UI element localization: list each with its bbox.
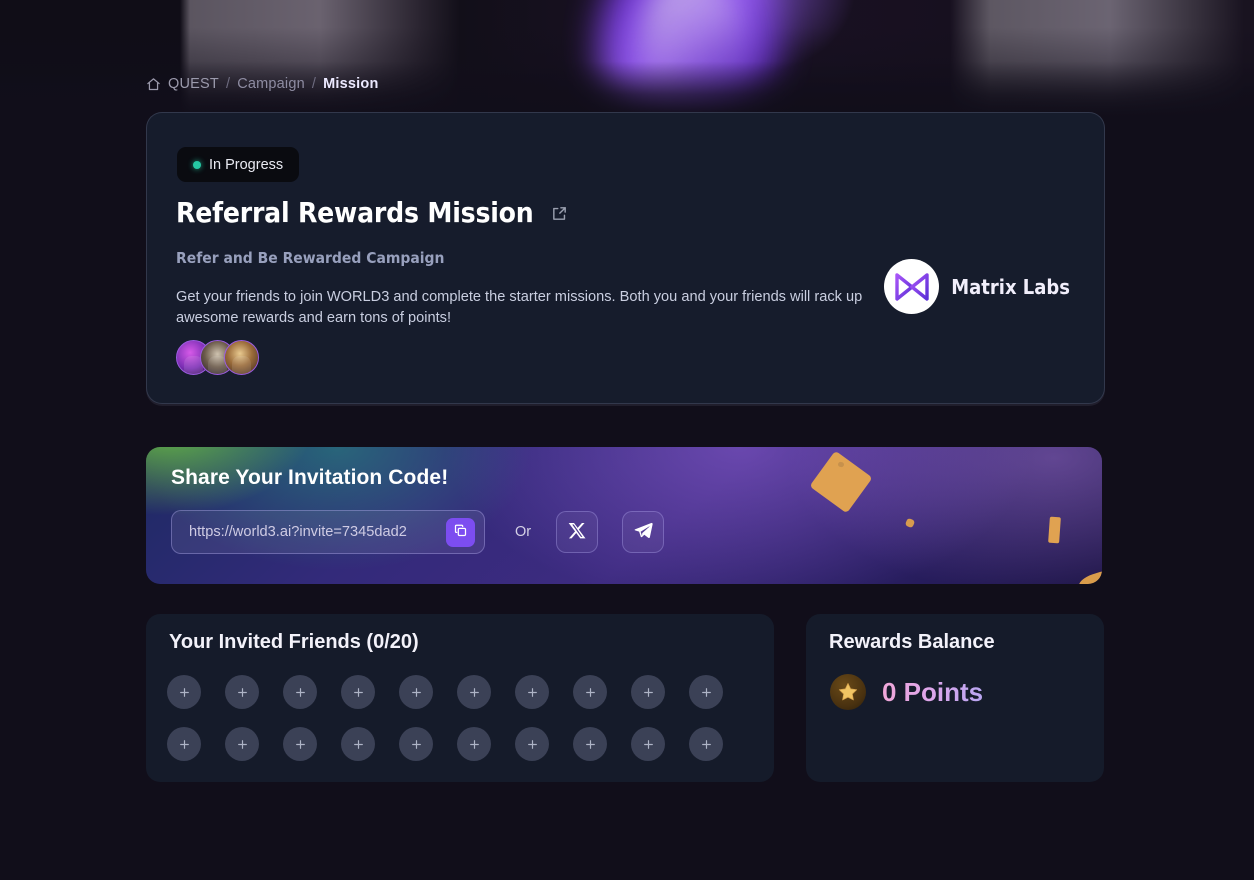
rewards-balance-card: Rewards Balance 0 Points xyxy=(806,614,1104,782)
avatar xyxy=(224,340,259,375)
plus-icon xyxy=(411,687,421,697)
friend-slot[interactable] xyxy=(399,675,433,709)
participant-avatars xyxy=(176,340,259,375)
breadcrumb: QUEST / Campaign / Mission xyxy=(146,76,379,92)
plus-icon xyxy=(237,739,247,749)
invited-friends-title: Your Invited Friends (0/20) xyxy=(169,631,419,653)
plus-icon xyxy=(469,687,479,697)
friend-slot[interactable] xyxy=(225,675,259,709)
telegram-icon xyxy=(633,520,654,544)
plus-icon xyxy=(643,739,653,749)
confetti-piece xyxy=(904,517,916,529)
friend-slot[interactable] xyxy=(689,727,723,761)
invitation-controls: https://world3.ai?invite=7345dad2 Or xyxy=(171,510,665,554)
friend-slot[interactable] xyxy=(457,727,491,761)
share-telegram-button[interactable] xyxy=(622,511,665,553)
friend-slot[interactable] xyxy=(515,675,549,709)
invited-friends-card: Your Invited Friends (0/20) xyxy=(146,614,774,782)
plus-icon xyxy=(237,687,247,697)
breadcrumb-separator: / xyxy=(225,76,231,92)
copy-icon xyxy=(453,523,468,541)
share-twitter-button[interactable] xyxy=(556,511,599,553)
friend-slot[interactable] xyxy=(631,727,665,761)
mission-description: Get your friends to join WORLD3 and comp… xyxy=(176,289,863,326)
confetti-piece xyxy=(1076,567,1102,584)
plus-icon xyxy=(411,739,421,749)
friend-slot[interactable] xyxy=(167,675,201,709)
plus-icon xyxy=(701,739,711,749)
mission-subtitle: Refer and Be Rewarded Campaign xyxy=(176,249,445,267)
external-link-icon[interactable] xyxy=(551,205,568,222)
breadcrumb-item-mission: Mission xyxy=(323,76,379,92)
rewards-points-value: 0 Points xyxy=(882,676,984,707)
hero-fade-overlay xyxy=(0,0,1254,118)
friend-slot[interactable] xyxy=(689,675,723,709)
or-label: Or xyxy=(515,524,532,540)
organization-name: Matrix Labs xyxy=(951,274,1070,299)
plus-icon xyxy=(295,739,305,749)
mission-title-row: Referral Rewards Mission xyxy=(176,199,568,227)
friend-slot[interactable] xyxy=(399,727,433,761)
plus-icon xyxy=(353,739,363,749)
confetti-piece xyxy=(809,450,873,514)
confetti-piece xyxy=(1048,516,1061,544)
friend-slot-grid xyxy=(167,675,747,761)
friend-slot[interactable] xyxy=(283,727,317,761)
star-icon xyxy=(830,674,866,710)
friend-slot[interactable] xyxy=(341,675,375,709)
invite-link-field[interactable]: https://world3.ai?invite=7345dad2 xyxy=(171,510,485,554)
status-badge-label: In Progress xyxy=(209,156,284,173)
plus-icon xyxy=(295,687,305,697)
breadcrumb-separator: / xyxy=(311,76,317,92)
status-dot-icon xyxy=(193,160,201,169)
hero-banner xyxy=(0,0,1254,118)
plus-icon xyxy=(585,687,595,697)
friend-slot[interactable] xyxy=(225,727,259,761)
copy-button[interactable] xyxy=(446,517,475,547)
plus-icon xyxy=(643,687,653,697)
plus-icon xyxy=(701,687,711,697)
plus-icon xyxy=(179,687,189,697)
home-icon[interactable] xyxy=(146,77,161,92)
breadcrumb-item-campaign[interactable]: Campaign xyxy=(237,76,305,92)
friend-slot[interactable] xyxy=(573,727,607,761)
friend-slot[interactable] xyxy=(515,727,549,761)
friend-slot[interactable] xyxy=(631,675,665,709)
rewards-balance-title: Rewards Balance xyxy=(829,631,995,653)
breadcrumb-item-quest[interactable]: QUEST xyxy=(168,76,219,92)
invitation-banner: Share Your Invitation Code! https://worl… xyxy=(146,447,1102,584)
friend-slot[interactable] xyxy=(167,727,201,761)
plus-icon xyxy=(353,687,363,697)
friend-slot[interactable] xyxy=(457,675,491,709)
plus-icon xyxy=(527,687,537,697)
friend-slot[interactable] xyxy=(573,675,607,709)
mission-page: QUEST / Campaign / Mission In Progress M… xyxy=(0,0,1254,880)
plus-icon xyxy=(179,739,189,749)
invitation-title: Share Your Invitation Code! xyxy=(171,466,449,489)
plus-icon xyxy=(527,739,537,749)
plus-icon xyxy=(469,739,479,749)
plus-icon xyxy=(585,739,595,749)
page-title: Referral Rewards Mission xyxy=(176,196,534,229)
friend-slot[interactable] xyxy=(341,727,375,761)
invite-link-value: https://world3.ai?invite=7345dad2 xyxy=(189,524,407,540)
x-twitter-icon xyxy=(568,521,587,543)
friend-slot[interactable] xyxy=(283,675,317,709)
rewards-balance-row: 0 Points xyxy=(830,674,983,710)
status-badge: In Progress xyxy=(177,147,300,182)
